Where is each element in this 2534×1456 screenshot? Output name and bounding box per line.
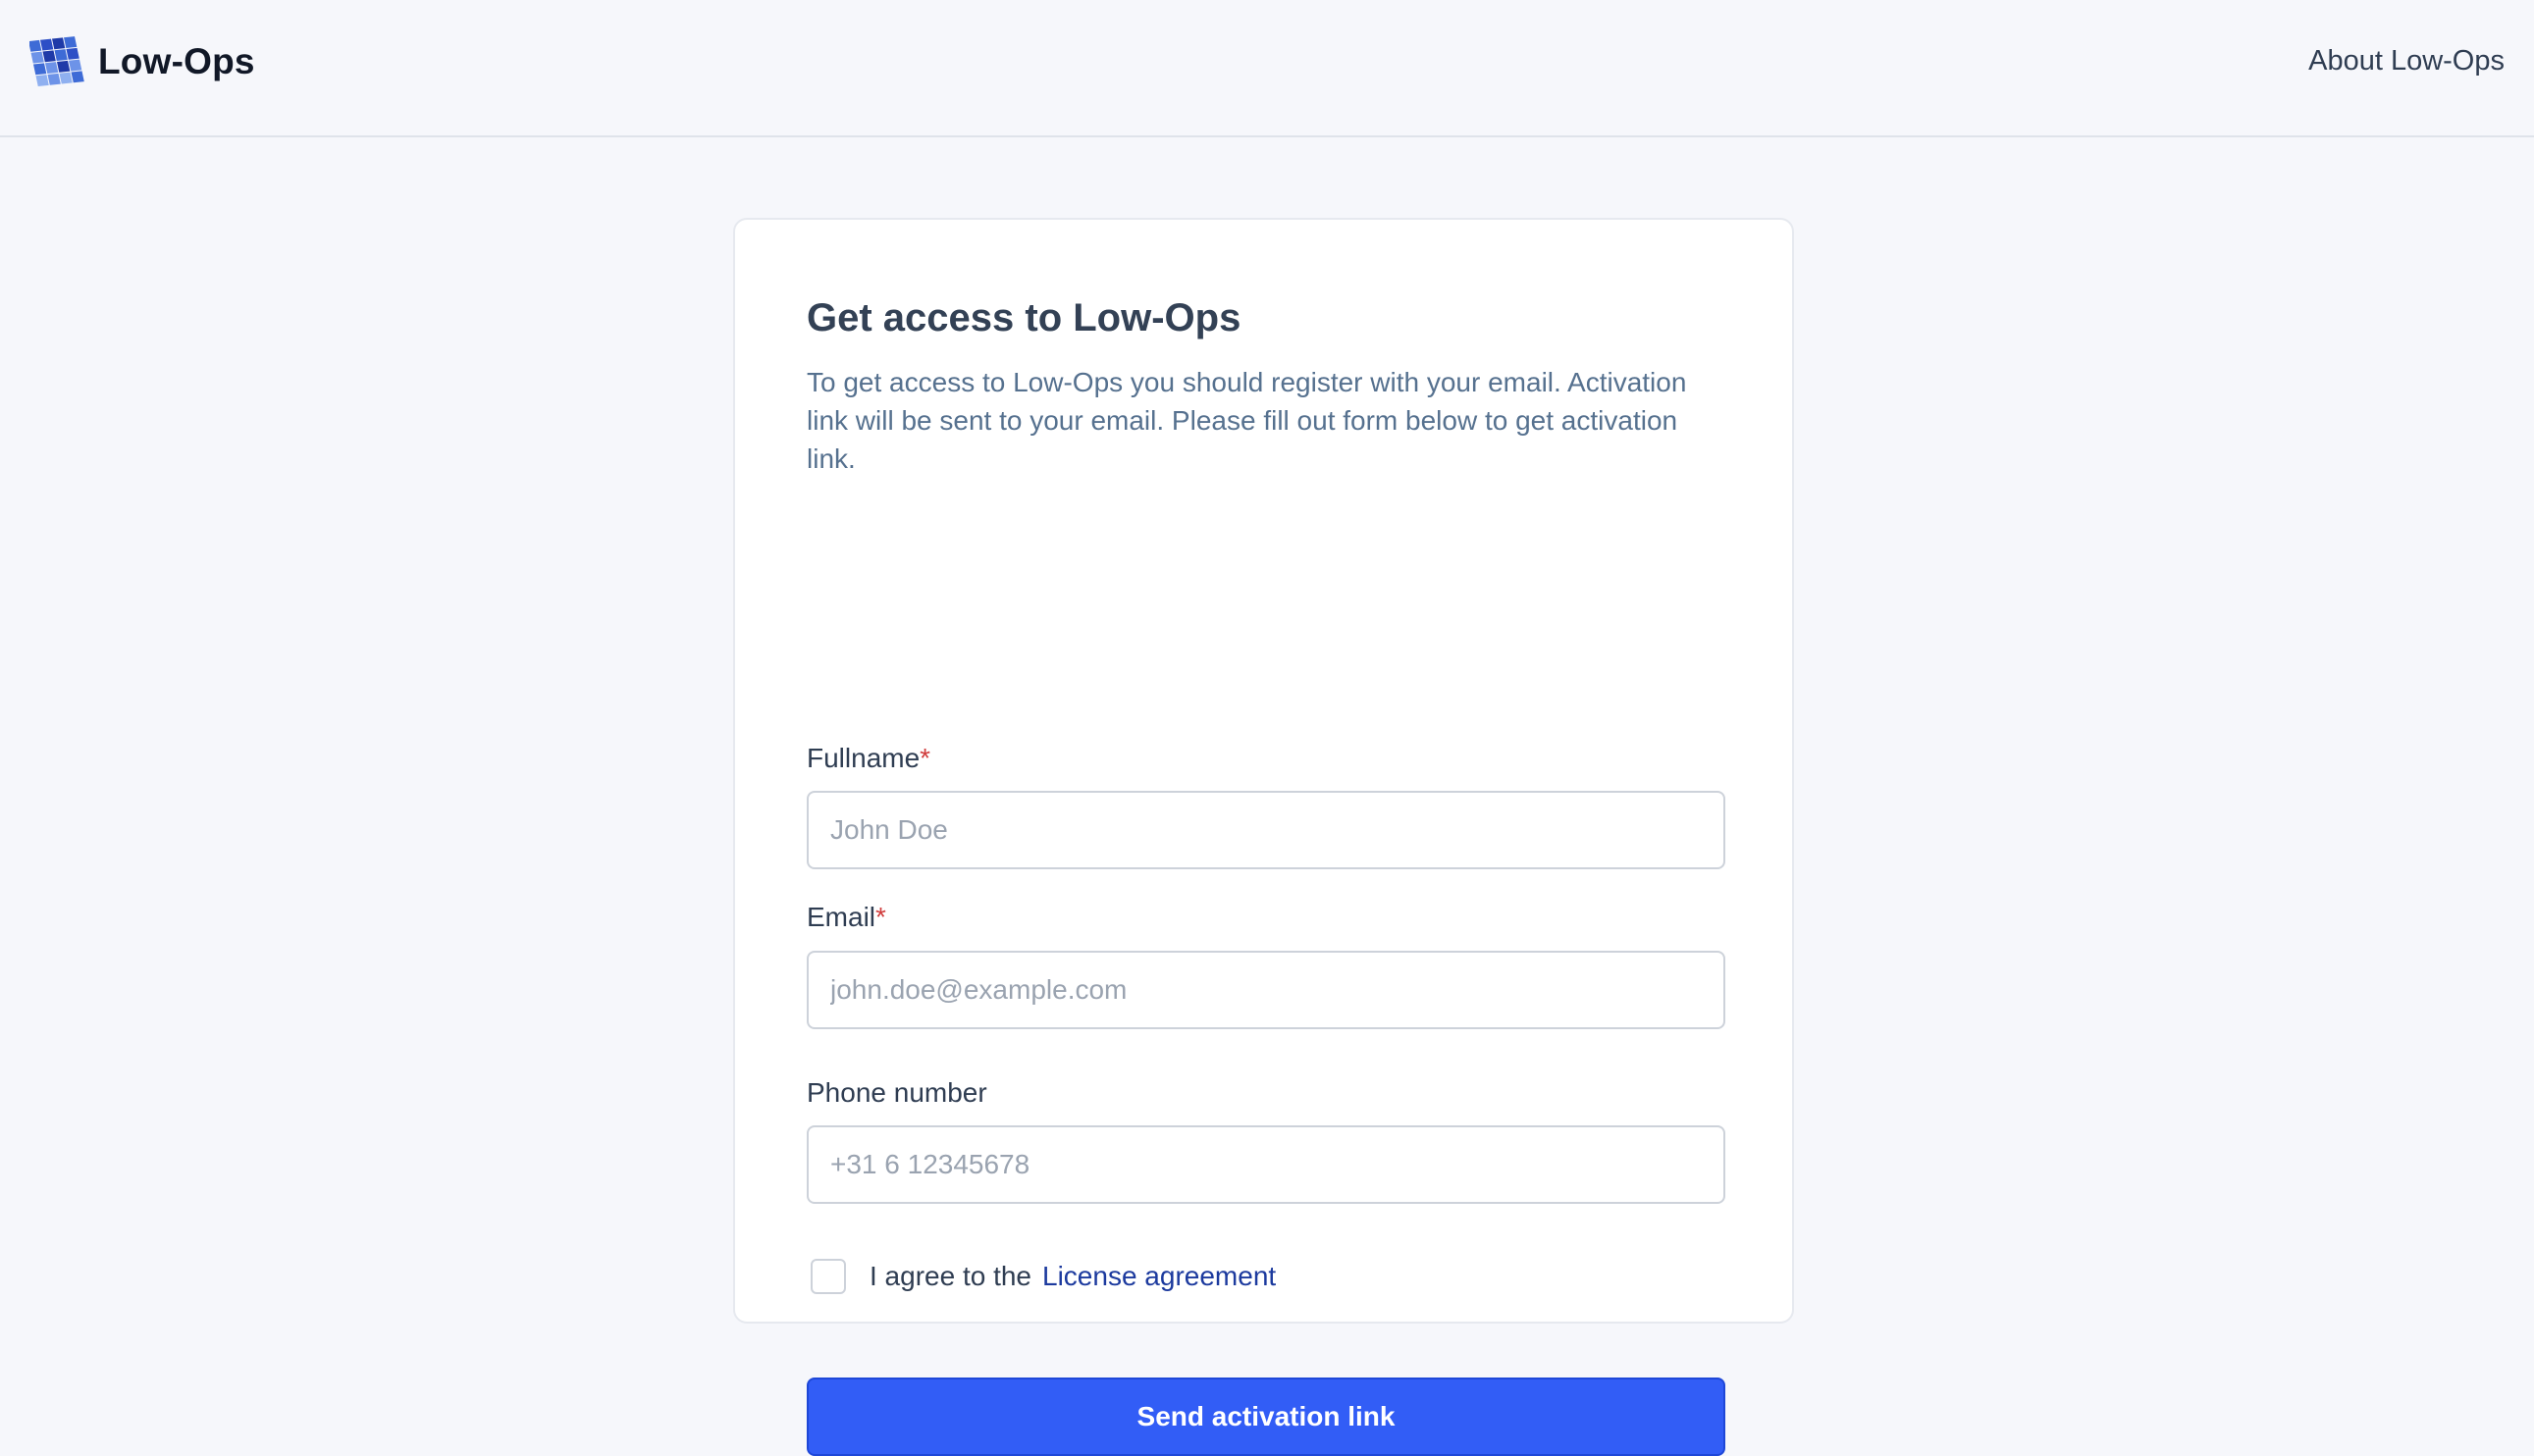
send-activation-link-button[interactable]: Send activation link bbox=[807, 1378, 1725, 1456]
required-marker: * bbox=[875, 902, 886, 932]
fullname-label: Fullname* bbox=[807, 742, 930, 775]
agreement-text: I agree to the bbox=[870, 1261, 1032, 1291]
required-marker: * bbox=[920, 743, 931, 773]
registration-card: Get access to Low-Ops To get access to L… bbox=[733, 218, 1794, 1456]
fullname-input[interactable] bbox=[807, 791, 1725, 869]
license-agreement-link[interactable]: License agreement bbox=[1042, 1261, 1276, 1292]
email-input[interactable] bbox=[807, 951, 1725, 1029]
phone-label: Phone number bbox=[807, 1077, 987, 1108]
about-link[interactable]: About Low-Ops bbox=[2308, 45, 2505, 78]
grid-cube-logo-icon bbox=[29, 36, 84, 87]
page-title: Get access to Low-Ops bbox=[807, 296, 1241, 339]
email-label-text: Email bbox=[807, 902, 876, 932]
email-label: Email* bbox=[807, 901, 886, 934]
agreement-row: I agree to the License agreement bbox=[811, 1258, 1276, 1295]
fullname-label-text: Fullname bbox=[807, 743, 921, 773]
top-navbar: Low-Ops About Low-Ops bbox=[0, 0, 2534, 137]
brand-name: Low-Ops bbox=[98, 41, 255, 81]
phone-input[interactable] bbox=[807, 1125, 1725, 1204]
brand[interactable]: Low-Ops bbox=[29, 33, 255, 90]
agreement-checkbox[interactable] bbox=[811, 1259, 846, 1294]
form-description: To get access to Low-Ops you should regi… bbox=[807, 367, 1687, 474]
